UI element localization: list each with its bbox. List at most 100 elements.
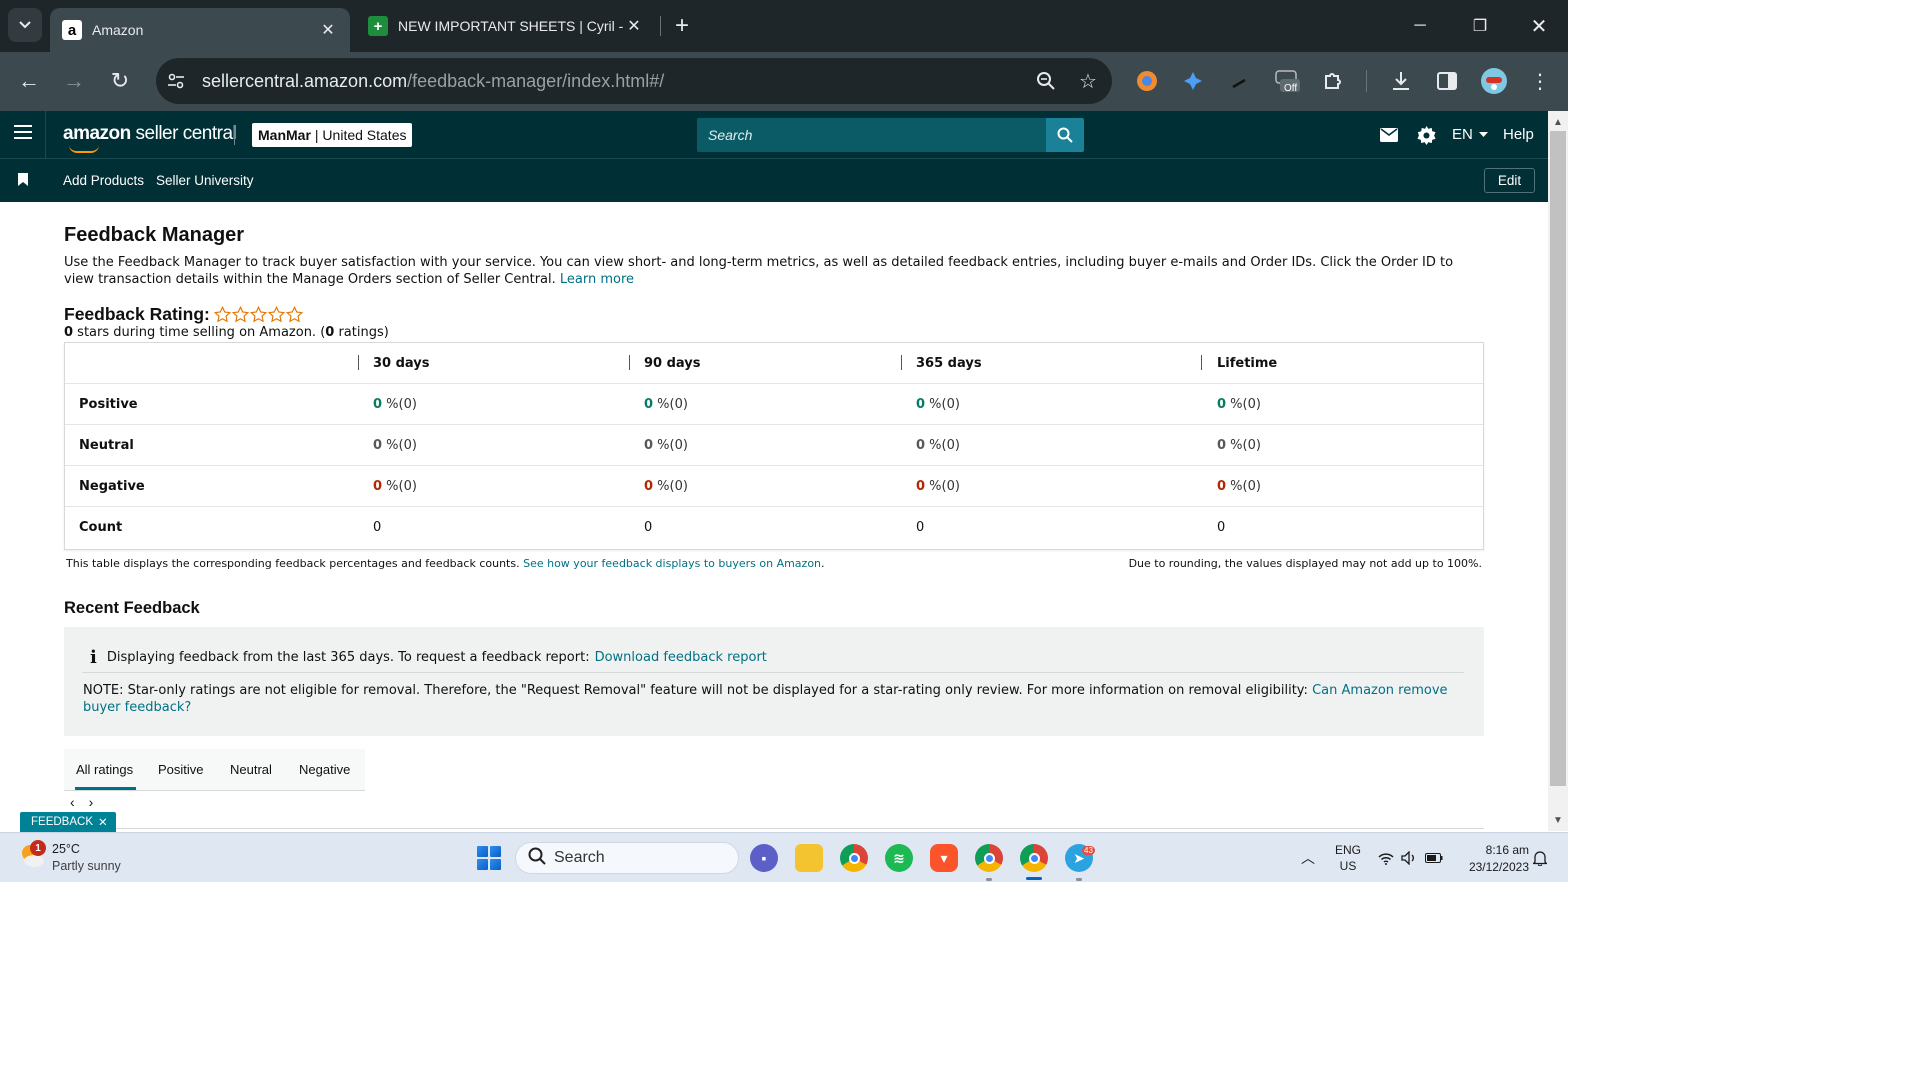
star-icon [213,306,231,323]
seller-university-link[interactable]: Seller University [156,173,254,188]
bookmark-bar: Add Products Seller University [0,159,1548,202]
close-tab-icon[interactable]: ✕ [318,20,338,40]
notification-bell-icon[interactable] [1531,849,1549,867]
browser-toolbar: ← → ↻ sellercentral.amazon.com/feedback-… [0,52,1568,111]
tab-all-ratings[interactable]: All ratings [76,762,133,777]
feedback-list-divider [64,828,1484,829]
tab-neutral[interactable]: Neutral [230,762,272,777]
previous-page-icon[interactable]: ‹ [70,794,75,810]
scroll-down-icon[interactable]: ▼ [1552,815,1564,827]
feedback-metrics-table: 30 days 90 days 365 days Lifetime Positive 0 … [64,342,1484,550]
feedback-widget-button[interactable]: FEEDBACK ✕ [20,812,116,832]
url-text: sellercentral.amazon.com/feedback-manage… [202,70,665,91]
battery-icon[interactable] [1425,849,1443,867]
file-explorer-icon[interactable] [795,844,823,872]
page-intro: Use the Feedback Manager to track buyer … [64,255,1454,287]
page-title: Feedback Manager [64,224,245,246]
close-tab-icon[interactable]: ✕ [624,16,644,36]
bookmark-star-icon[interactable]: ☆ [1070,63,1106,99]
windows-start-icon[interactable] [477,846,501,870]
wifi-icon[interactable] [1377,849,1395,867]
download-icon[interactable] [1386,66,1416,96]
extension-orange-icon[interactable] [1132,66,1162,96]
language-selector[interactable]: EN [1452,126,1489,143]
metric-cell: 0 %(0) [644,397,688,412]
tab-search-button[interactable] [8,8,42,42]
back-button[interactable]: ← [12,64,46,98]
minimize-button[interactable]: ─ [1400,8,1440,44]
extension-off-icon[interactable]: Off [1272,66,1302,96]
spotify-icon[interactable]: ≋ [885,844,913,872]
volume-icon[interactable] [1400,849,1418,867]
metrics-row-neutral: Neutral 0 %(0) 0 %(0) 0 %(0) 0 %(0) [65,425,1483,466]
metric-cell: 0 %(0) [373,438,417,453]
seller-central-logo[interactable]: amazon seller central [63,123,237,153]
forward-button[interactable]: → [57,64,91,98]
show-hidden-icons-icon[interactable]: ︿ [1299,849,1317,867]
account-switcher[interactable]: ManMar | United States [252,123,413,147]
settings-gear-icon[interactable] [1414,123,1438,147]
tab-positive[interactable]: Positive [158,762,204,777]
weather-temperature[interactable]: 25°C [52,842,80,856]
metrics-header-row: 30 days 90 days 365 days Lifetime [65,343,1483,384]
row-label: Count [79,520,123,535]
metric-cell: 0 %(0) [373,479,417,494]
profile-avatar[interactable] [1479,66,1509,96]
download-report-link[interactable]: Download feedback report [595,650,767,665]
extensions-puzzle-icon[interactable] [1318,66,1348,96]
bookmark-icon[interactable] [18,173,28,186]
mail-icon[interactable] [1377,123,1401,147]
scroll-up-icon[interactable]: ▲ [1552,117,1564,129]
amazon-smile-icon [69,145,99,153]
tab-amazon[interactable]: a Amazon ✕ [50,8,350,52]
table-note: This table displays the corresponding fe… [66,557,825,570]
tab-sheets[interactable]: + NEW IMPORTANT SHEETS | Cyril - ✕ [356,8,656,44]
chrome-profile-icon[interactable] [975,844,1003,872]
feedback-display-link[interactable]: See how your feedback displays to buyers… [523,557,821,570]
help-link[interactable]: Help [1503,126,1534,143]
restore-button[interactable]: ❐ [1460,8,1500,44]
side-panel-icon[interactable] [1432,66,1462,96]
add-products-link[interactable]: Add Products [63,173,144,188]
scrollbar-thumb[interactable] [1550,131,1566,786]
learn-more-link[interactable]: Learn more [560,272,634,287]
star-icon [267,306,285,323]
next-page-icon[interactable]: › [89,794,94,810]
page-scrollbar[interactable]: ▲ ▼ [1548,111,1568,831]
chrome-icon[interactable] [840,844,868,872]
column-divider [358,355,359,370]
close-window-button[interactable]: ✕ [1519,8,1559,44]
language-indicator[interactable]: ENG US [1333,843,1363,873]
chrome-active-icon[interactable] [1020,844,1048,872]
site-info-icon[interactable] [162,67,190,95]
metric-cell: 0 %(0) [1217,479,1261,494]
row-label: Neutral [79,438,134,453]
amazon-favicon-icon: a [62,20,82,40]
chevron-down-icon [19,21,31,29]
reload-button[interactable]: ↻ [103,64,137,98]
metrics-row-count: Count 0 0 0 0 [65,507,1483,548]
rating-summary: 0 stars during time selling on Amazon. (… [64,325,389,340]
browser-tab-strip: a Amazon ✕ + NEW IMPORTANT SHEETS | Cyri… [0,0,1568,52]
extension-arrow-icon[interactable] [1224,66,1254,96]
close-icon[interactable]: ✕ [98,815,108,829]
new-tab-button[interactable]: + [668,12,696,40]
extension-blue-icon[interactable] [1178,66,1208,96]
running-indicator [1076,878,1082,881]
teams-chat-icon[interactable]: ▪ [750,844,778,872]
zoom-icon[interactable] [1028,63,1064,99]
recent-feedback-heading: Recent Feedback [64,599,200,617]
active-tab-indicator [75,787,136,790]
running-indicator [986,878,992,881]
hamburger-menu-icon[interactable] [14,125,32,139]
search-input[interactable]: Search [697,118,1047,152]
tab-negative[interactable]: Negative [299,762,350,777]
brave-icon[interactable]: ▾ [930,844,958,872]
edit-bookmarks-button[interactable]: Edit [1484,168,1535,193]
chrome-menu-icon[interactable]: ⋮ [1525,66,1555,96]
taskbar-search-input[interactable]: Search [515,842,739,874]
clock[interactable]: 8:16 am 23/12/2023 [1455,843,1529,874]
address-bar[interactable]: sellercentral.amazon.com/feedback-manage… [156,58,1112,104]
weather-description[interactable]: Partly sunny [52,859,121,873]
search-button[interactable] [1046,118,1084,152]
